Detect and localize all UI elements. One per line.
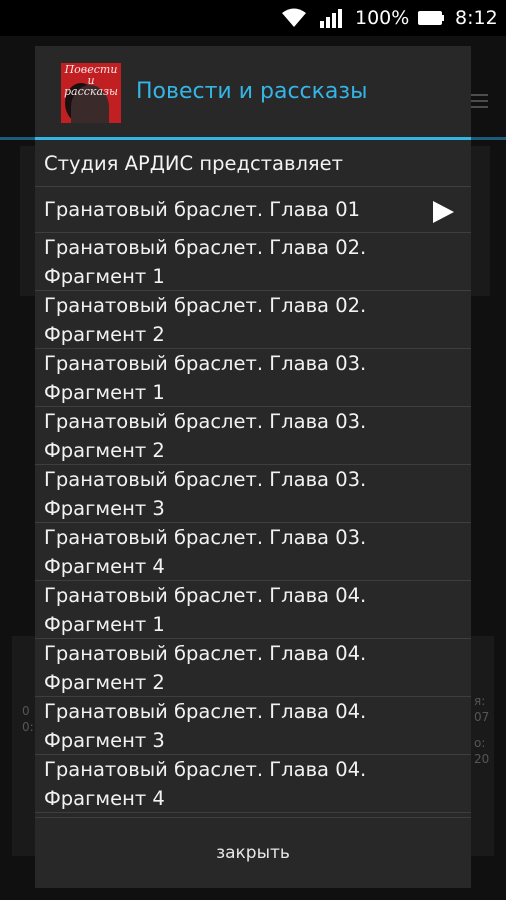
- signal-icon: [320, 9, 342, 28]
- track-item[interactable]: Гранатовый браслет. Глава 03. Фрагмент 1: [35, 349, 471, 407]
- background-text: 20: [474, 752, 490, 766]
- background-text: 0:: [22, 720, 34, 734]
- status-bar: 100% 8:12: [0, 0, 506, 36]
- battery-icon: [418, 11, 444, 25]
- track-label: Гранатовый браслет. Глава 03. Фрагмент 4: [44, 525, 367, 578]
- track-item[interactable]: Гранатовый браслет. Глава 03. Фрагмент 4: [35, 523, 471, 581]
- track-list[interactable]: Студия АРДИС представляет Гранатовый бра…: [35, 141, 471, 817]
- title-divider: [35, 137, 471, 140]
- track-label: Гранатовый браслет. Глава 01: [44, 198, 361, 221]
- track-item[interactable]: Гранатовый браслет. Глава 03. Фрагмент 2: [35, 407, 471, 465]
- track-item[interactable]: Гранатовый браслет. Глава 04. Фрагмент 2: [35, 639, 471, 697]
- playlist-dialog: Повести и рассказы Повести и рассказы Ст…: [35, 46, 471, 888]
- dialog-header: Повести и рассказы Повести и рассказы: [35, 46, 471, 140]
- track-label: Студия АРДИС представляет: [44, 152, 344, 175]
- track-item[interactable]: Гранатовый браслет. Глава 03. Фрагмент 3: [35, 465, 471, 523]
- track-item[interactable]: Гранатовый браслет. Глава 04. Фрагмент 4: [35, 755, 471, 813]
- close-button[interactable]: закрыть: [35, 818, 471, 888]
- play-icon[interactable]: [431, 200, 455, 224]
- track-label: Гранатовый браслет. Глава 04. Фрагмент 3: [44, 699, 367, 752]
- background-text: 0: [22, 704, 30, 718]
- battery-percent: 100%: [355, 7, 410, 29]
- track-label: Гранатовый браслет. Глава 04. Фрагмент 2: [44, 641, 367, 694]
- background-text: 07: [474, 710, 490, 724]
- track-label: Гранатовый браслет. Глава 02. Фрагмент 1: [44, 235, 367, 288]
- track-label: Гранатовый браслет. Глава 03. Фрагмент 3: [44, 467, 367, 520]
- cover-title-text: Повести и рассказы: [63, 63, 118, 98]
- track-label: Гранатовый браслет. Глава 04. Фрагмент 1: [44, 583, 367, 636]
- track-label: Гранатовый браслет. Глава 03. Фрагмент 1: [44, 351, 367, 404]
- dialog-title: Повести и рассказы: [136, 79, 368, 104]
- overflow-menu-icon: [470, 94, 488, 110]
- track-item-playing[interactable]: Гранатовый браслет. Глава 01: [35, 187, 471, 233]
- track-item[interactable]: Студия АРДИС представляет: [35, 141, 471, 187]
- track-item[interactable]: Гранатовый браслет. Глава 02. Фрагмент 2: [35, 291, 471, 349]
- background-text: о:: [474, 736, 486, 750]
- wifi-icon: [282, 8, 306, 27]
- track-label: Гранатовый браслет. Глава 04. Фрагмент 4: [44, 757, 367, 810]
- track-label: Гранатовый браслет. Глава 03. Фрагмент 2: [44, 409, 367, 462]
- track-item[interactable]: Гранатовый браслет. Глава 04. Фрагмент 3: [35, 697, 471, 755]
- track-label: Гранатовый браслет. Глава 02. Фрагмент 2: [44, 293, 367, 346]
- background-text: я:: [474, 694, 486, 708]
- book-cover-image: Повести и рассказы: [61, 63, 121, 123]
- clock: 8:12: [455, 7, 498, 29]
- track-item[interactable]: Гранатовый браслет. Глава 02. Фрагмент 1: [35, 233, 471, 291]
- track-item[interactable]: Гранатовый браслет. Глава 04. Фрагмент 1: [35, 581, 471, 639]
